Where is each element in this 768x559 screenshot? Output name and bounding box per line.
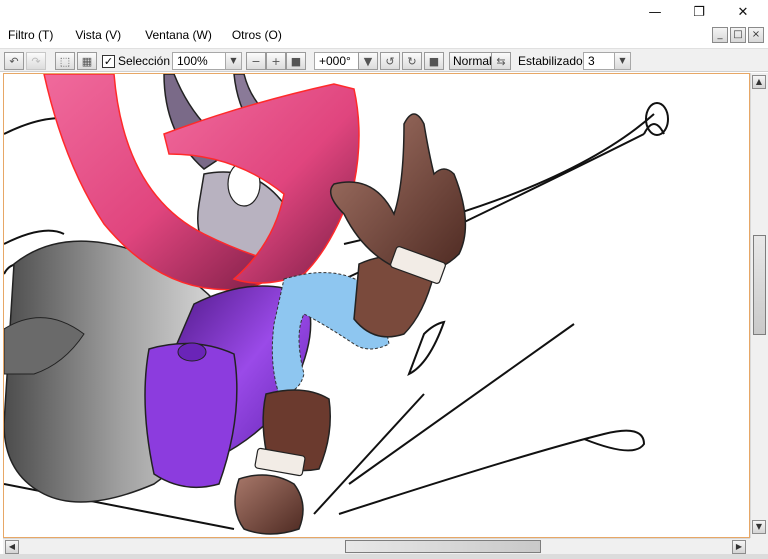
title-bar: — ❐ ✕ [0, 0, 768, 24]
stabilizer-select[interactable]: 3 ▼ [583, 52, 631, 70]
document-window-controls: _ □ × [712, 27, 764, 43]
chevron-down-icon: ▼ [363, 54, 373, 68]
vertical-scrollbar[interactable]: ▲ ▼ [750, 73, 768, 538]
restore-icon: ❐ [693, 4, 705, 20]
rotate-reset-button[interactable]: ■ [424, 52, 444, 70]
doc-restore-button[interactable]: □ [730, 27, 746, 43]
select-all-button[interactable]: ⬚ [55, 52, 75, 70]
chevron-up-icon: ▲ [755, 77, 763, 86]
seleccion-checkbox[interactable]: ✓ [102, 54, 115, 68]
deselect-button[interactable]: ▦ [77, 52, 97, 70]
menu-filtro[interactable]: Filtro (T) [0, 28, 63, 42]
close-button[interactable]: ✕ [720, 0, 766, 24]
zoom-fit-icon: ■ [290, 54, 302, 68]
doc-minimize-button[interactable]: _ [712, 27, 728, 43]
zoom-in-icon: + [271, 54, 281, 68]
zoom-value: 100% [177, 54, 208, 68]
flip-button[interactable]: ⇆ [491, 52, 511, 70]
rotate-left-button[interactable]: ↺ [380, 52, 400, 70]
scroll-up-button[interactable]: ▲ [752, 75, 766, 89]
scrollbar-corner [750, 538, 768, 554]
rotation-dropdown-button[interactable]: ▼ [358, 52, 378, 70]
minimize-icon: — [648, 4, 662, 20]
doc-close-button[interactable]: × [748, 27, 764, 43]
restore-button[interactable]: ❐ [676, 0, 722, 24]
artwork [4, 74, 669, 535]
rotate-right-button[interactable]: ↻ [402, 52, 422, 70]
chevron-down-icon: ▼ [755, 522, 763, 531]
zoom-in-button[interactable]: + [266, 52, 286, 70]
chevron-down-icon: ▼ [614, 53, 630, 69]
chevron-down-icon: ▼ [225, 53, 241, 69]
rotation-value: +000° [319, 54, 351, 68]
scroll-down-button[interactable]: ▼ [752, 520, 766, 534]
horizontal-scroll-thumb[interactable] [345, 540, 541, 553]
select-all-icon: ⬚ [59, 54, 71, 68]
undo-icon: ↶ [9, 54, 19, 68]
redo-icon: ↷ [31, 54, 41, 68]
view-toolbar: ↶ ↷ ⬚ ▦ ✓ Selección 100% ▼ − + ■ +000° ▼… [0, 48, 768, 72]
zoom-out-icon: − [251, 54, 261, 68]
undo-button[interactable]: ↶ [4, 52, 24, 70]
scroll-right-button[interactable]: ▶ [732, 540, 746, 554]
bottom-strip [0, 554, 768, 559]
minimize-button[interactable]: — [632, 0, 678, 24]
menu-otros[interactable]: Otros (O) [224, 28, 292, 42]
chevron-left-icon: ◀ [8, 542, 16, 551]
zoom-fit-button[interactable]: ■ [286, 52, 306, 70]
zoom-out-button[interactable]: − [246, 52, 266, 70]
menu-vista[interactable]: Vista (V) [67, 28, 131, 42]
stabilizer-label: Estabilizador [518, 54, 587, 68]
rotate-left-icon: ↺ [385, 54, 395, 68]
rotate-right-icon: ↻ [407, 54, 417, 68]
normal-view-button[interactable]: Normal [449, 52, 496, 70]
chevron-right-icon: ▶ [735, 542, 743, 551]
menu-ventana[interactable]: Ventana (W) [137, 28, 222, 42]
deselect-icon: ▦ [81, 54, 93, 68]
redo-button[interactable]: ↷ [26, 52, 46, 70]
scroll-left-button[interactable]: ◀ [5, 540, 19, 554]
stabilizer-value: 3 [588, 54, 595, 68]
rotate-reset-icon: ■ [428, 54, 440, 68]
flip-icon: ⇆ [496, 54, 506, 68]
close-icon: ✕ [737, 4, 749, 20]
horizontal-scrollbar[interactable]: ◀ ▶ [3, 538, 750, 554]
menu-bar: Filtro (T) Vista (V) Ventana (W) Otros (… [0, 24, 768, 46]
normal-view-label: Normal [453, 54, 492, 68]
seleccion-label: Selección [118, 54, 171, 68]
zoom-select[interactable]: 100% ▼ [172, 52, 242, 70]
vertical-scroll-thumb[interactable] [753, 235, 766, 335]
drawing-canvas[interactable] [3, 73, 750, 538]
